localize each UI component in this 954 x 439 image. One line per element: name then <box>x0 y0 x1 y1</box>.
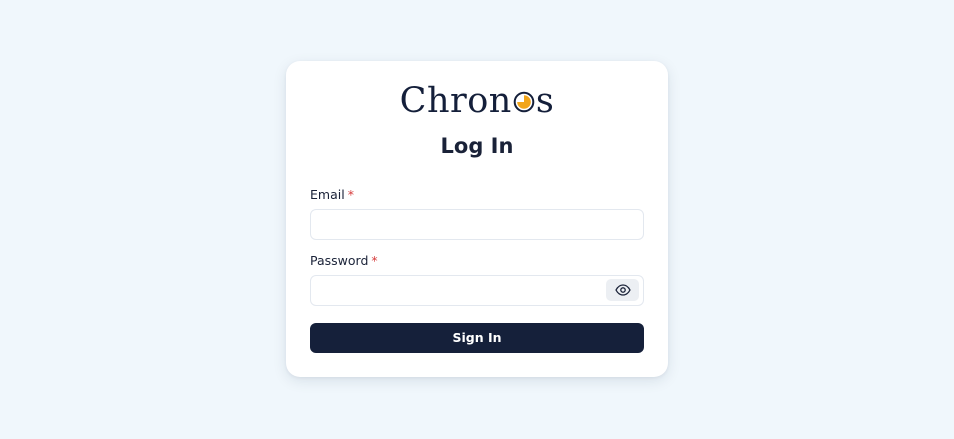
eye-icon <box>614 284 631 296</box>
clock-moon-icon <box>513 80 535 113</box>
required-marker: * <box>347 187 354 202</box>
brand-name-start: Chron <box>399 81 512 121</box>
page-title: Log In <box>440 134 514 158</box>
show-password-button[interactable] <box>606 279 639 301</box>
required-marker: * <box>371 253 378 268</box>
brand-name-end: s <box>535 81 555 121</box>
password-field[interactable] <box>310 275 644 306</box>
password-label-text: Password <box>310 253 369 268</box>
password-label: Password * <box>310 252 378 270</box>
sign-in-button[interactable]: Sign In <box>310 323 644 353</box>
brand-logo: Chron s <box>286 79 668 123</box>
email-field[interactable] <box>310 209 644 240</box>
email-label: Email * <box>310 186 354 204</box>
login-card: Chron s Log In Email * Password * Sign In <box>286 61 668 377</box>
email-label-text: Email <box>310 187 345 202</box>
